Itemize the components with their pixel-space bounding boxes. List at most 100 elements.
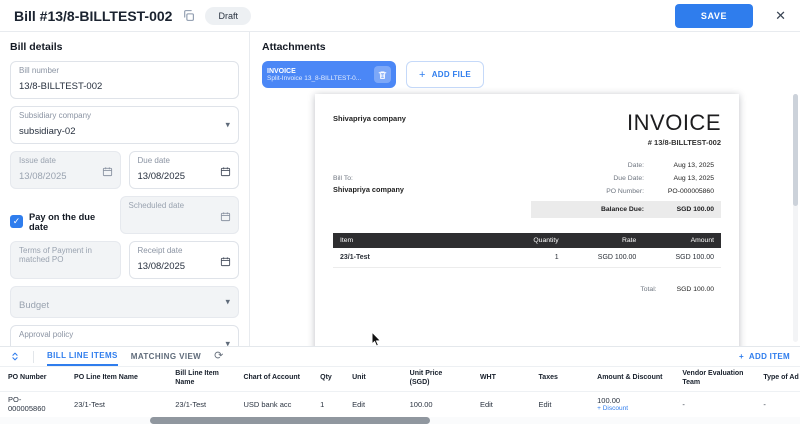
invoice-meta: Date: Aug 13, 2025 Due Date: Aug 13, 202… xyxy=(531,159,721,218)
add-item-label: ADD ITEM xyxy=(749,352,790,361)
invoice-col-quantity: Quantity xyxy=(508,233,566,248)
cell-type-of-ad: - xyxy=(755,391,800,417)
col-bill-line-item-name: Bill Line Item Name xyxy=(167,367,235,391)
issue-date-label: Issue date xyxy=(19,156,112,165)
preview-scrollbar-thumb[interactable] xyxy=(793,94,798,206)
receipt-date-field[interactable]: Receipt date 13/08/2025 xyxy=(129,241,240,279)
refresh-icon[interactable]: ⟳ xyxy=(214,351,223,362)
due-date-value: 13/08/2025 xyxy=(138,171,186,182)
scheduled-date-label: Scheduled date xyxy=(129,201,231,210)
meta-label: Due Date: xyxy=(613,175,644,182)
meta-value: PO-000005860 xyxy=(656,188,714,195)
pay-on-due-checkbox-row[interactable]: ✓ Pay on the due date xyxy=(10,196,112,241)
due-date-field[interactable]: Due date 13/08/2025 xyxy=(129,151,240,189)
meta-value: Aug 13, 2025 xyxy=(656,175,714,182)
col-vendor-eval-team: Vendor Evaluation Team xyxy=(674,367,755,391)
expand-panel-icon[interactable] xyxy=(10,351,20,362)
plus-icon: + xyxy=(739,352,744,361)
cell-wht-edit[interactable]: Edit xyxy=(472,391,531,417)
invoice-item-amount: SGD 100.00 xyxy=(643,248,721,268)
bill-details-panel: Bill details Bill number 13/8-BILLTEST-0… xyxy=(0,32,250,346)
meta-value: Aug 13, 2025 xyxy=(656,162,714,169)
bill-number-value: 13/8-BILLTEST-002 xyxy=(19,81,102,92)
add-discount-link[interactable]: + Discount xyxy=(597,405,666,412)
line-items-panel: BILL LINE ITEMS MATCHING VIEW ⟳ + ADD IT… xyxy=(0,346,800,424)
attachments-title: Attachments xyxy=(262,41,788,53)
calendar-icon[interactable] xyxy=(220,164,231,182)
invoice-meta-row: Due Date: Aug 13, 2025 xyxy=(531,172,721,185)
add-file-button[interactable]: + ADD FILE xyxy=(406,61,484,88)
table-row[interactable]: PO-000005860 23/1-Test 23/1-Test USD ban… xyxy=(0,391,800,417)
bill-details-title: Bill details xyxy=(10,41,239,53)
receipt-date-label: Receipt date xyxy=(138,246,231,255)
col-wht: WHT xyxy=(472,367,531,391)
invoice-number: # 13/8-BILLTEST-002 xyxy=(627,138,721,147)
calendar-icon xyxy=(102,164,113,182)
tab-bill-line-items[interactable]: BILL LINE ITEMS xyxy=(47,347,118,366)
add-item-button[interactable]: + ADD ITEM xyxy=(739,352,790,361)
cell-unit-edit[interactable]: Edit xyxy=(344,391,402,417)
scheduled-date-field[interactable]: Scheduled date xyxy=(120,196,240,234)
cell-unit-price[interactable]: 100.00 xyxy=(402,391,472,417)
invoice-item-row: 23/1-Test 1 SGD 100.00 SGD 100.00 xyxy=(333,248,721,268)
status-badge: Draft xyxy=(205,7,251,25)
due-date-label: Due date xyxy=(138,156,231,165)
invoice-total-value: SGD 100.00 xyxy=(677,286,714,293)
copy-icon[interactable] xyxy=(182,9,195,22)
col-amount-discount: Amount & Discount xyxy=(589,367,674,391)
chevron-down-icon: ▾ xyxy=(225,297,230,308)
plus-icon: + xyxy=(419,69,426,81)
cell-po-line-item: 23/1-Test xyxy=(66,391,167,417)
attachment-filename: Split-Invoice 13_8-BILLTEST-0... xyxy=(267,75,369,82)
amount-value: 100.00 xyxy=(597,396,666,405)
cell-bill-line-item[interactable]: 23/1-Test xyxy=(167,391,235,417)
pay-on-due-label: Pay on the due date xyxy=(29,212,112,232)
approval-policy-label: Approval policy xyxy=(19,330,230,339)
budget-select[interactable]: Budget ▾ xyxy=(10,286,239,318)
horizontal-scrollbar-thumb[interactable] xyxy=(150,417,430,424)
invoice-item-name: 23/1-Test xyxy=(333,248,508,268)
invoice-meta-row: Date: Aug 13, 2025 xyxy=(531,159,721,172)
col-po-line-item-name: PO Line Item Name xyxy=(66,367,167,391)
top-bar: Bill #13/8-BILLTEST-002 Draft SAVE ✕ xyxy=(0,0,800,32)
checkbox-checked-icon[interactable]: ✓ xyxy=(10,215,23,228)
subsidiary-value: subsidiary-02 xyxy=(19,126,76,137)
invoice-meta-row: PO Number: PO-000005860 xyxy=(531,185,721,198)
invoice-col-amount: Amount xyxy=(643,233,721,248)
col-taxes: Taxes xyxy=(531,367,590,391)
add-file-label: ADD FILE xyxy=(432,70,471,79)
horizontal-scrollbar[interactable] xyxy=(0,417,800,424)
attachment-type: INVOICE xyxy=(267,68,369,75)
col-unit: Unit xyxy=(344,367,402,391)
bill-number-field[interactable]: Bill number 13/8-BILLTEST-002 xyxy=(10,61,239,99)
invoice-total-row: Total: SGD 100.00 xyxy=(333,286,721,293)
approval-policy-select[interactable]: Approval policy Visibility testing polic… xyxy=(10,325,239,346)
terms-of-payment-field[interactable]: Terms of Payment in matched PO xyxy=(10,241,121,279)
divider xyxy=(33,351,34,363)
attachment-chip[interactable]: INVOICE Split-Invoice 13_8-BILLTEST-0... xyxy=(262,61,396,88)
preview-scrollbar[interactable] xyxy=(793,94,798,342)
save-button[interactable]: SAVE xyxy=(675,4,753,28)
tab-bar: BILL LINE ITEMS MATCHING VIEW ⟳ + ADD IT… xyxy=(0,347,800,367)
balance-due-row: Balance Due: SGD 100.00 xyxy=(531,201,721,218)
bill-to-value: Shivapriya company xyxy=(333,185,404,194)
subsidiary-select[interactable]: Subsidiary company subsidiary-02 ▾ xyxy=(10,106,239,144)
meta-label: PO Number: xyxy=(606,188,644,195)
page-title: Bill #13/8-BILLTEST-002 xyxy=(14,8,172,24)
attachments-panel: Attachments INVOICE Split-Invoice 13_8-B… xyxy=(250,32,800,346)
cell-chart-of-account[interactable]: USD bank acc xyxy=(235,391,312,417)
close-icon[interactable]: ✕ xyxy=(775,8,786,24)
bill-editor-window: Bill #13/8-BILLTEST-002 Draft SAVE ✕ Bil… xyxy=(0,0,800,424)
calendar-icon[interactable] xyxy=(220,254,231,272)
trash-icon[interactable] xyxy=(374,66,391,83)
cell-taxes-edit[interactable]: Edit xyxy=(531,391,590,417)
receipt-date-value: 13/08/2025 xyxy=(138,261,186,272)
invoice-item-rate: SGD 100.00 xyxy=(566,248,644,268)
cell-qty[interactable]: 1 xyxy=(312,391,344,417)
issue-date-field[interactable]: Issue date 13/08/2025 xyxy=(10,151,121,189)
line-items-table: PO Number PO Line Item Name Bill Line It… xyxy=(0,367,800,418)
tab-matching-view[interactable]: MATCHING VIEW xyxy=(131,347,201,366)
scheduled-date-value xyxy=(129,216,132,227)
cell-amount: 100.00 + Discount xyxy=(589,391,674,417)
col-unit-price: Unit Price (SGD) xyxy=(402,367,472,391)
